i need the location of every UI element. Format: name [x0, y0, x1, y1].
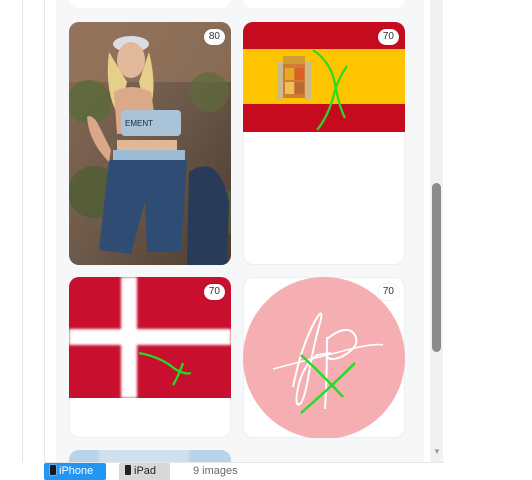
iphone-label: iPhone	[59, 465, 94, 477]
gallery-card-top-left-partial[interactable]	[69, 0, 231, 8]
scrollbar-thumb[interactable]	[432, 183, 441, 352]
gallery-card-spain-flag[interactable]: 70	[243, 22, 405, 265]
scroll-down-arrow-icon[interactable]: ▼	[431, 447, 443, 457]
footer-bar: iPhone iPad 9 images	[0, 463, 532, 480]
image-partial	[69, 450, 231, 462]
image-gallery[interactable]: EMENT 80 70 70 70	[56, 0, 424, 462]
left-border-inner	[44, 0, 45, 462]
gallery-card-top-right-partial[interactable]	[243, 0, 405, 8]
rating-badge: 70	[377, 284, 399, 300]
image-partial	[69, 0, 231, 8]
image-partial	[243, 0, 405, 8]
left-border-outer	[22, 0, 23, 462]
gallery-card-bottom-left-partial[interactable]	[69, 450, 231, 462]
ipad-button[interactable]: iPad	[119, 463, 170, 480]
rating-badge: 80	[203, 29, 225, 45]
tablet-icon	[125, 465, 131, 475]
image-count: 9 images	[193, 465, 238, 477]
phone-icon	[50, 465, 56, 475]
rating-badge: 70	[377, 29, 399, 45]
rating-badge: 70	[203, 284, 225, 300]
ipad-label: iPad	[134, 465, 157, 477]
svg-text:EMENT: EMENT	[125, 119, 153, 128]
gallery-card-denmark-flag[interactable]: 70	[69, 277, 231, 438]
iphone-button[interactable]: iPhone	[44, 463, 106, 480]
gallery-card-photo[interactable]: EMENT 80	[69, 22, 231, 265]
photo-image: EMENT	[69, 22, 231, 265]
fp-logo-image	[243, 277, 405, 438]
gallery-card-fp-logo[interactable]: 70	[243, 277, 405, 438]
